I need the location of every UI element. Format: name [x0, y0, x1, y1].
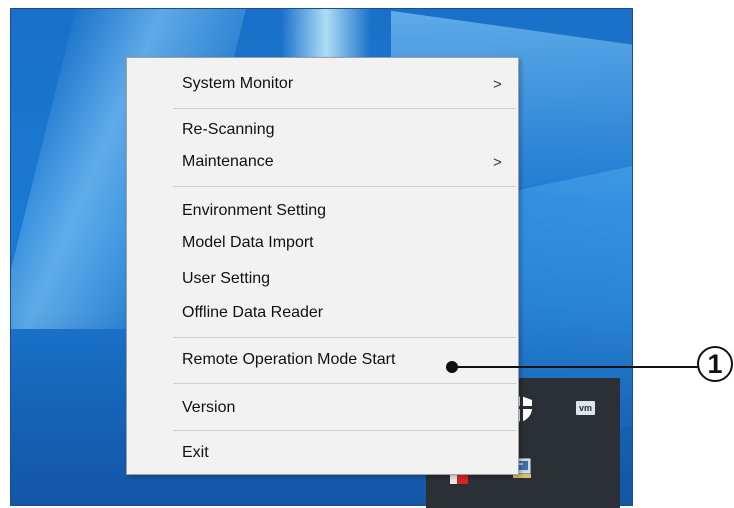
menu-item-exit[interactable]: Exit [127, 438, 518, 468]
chevron-right-icon: > [493, 75, 502, 93]
menu-separator [173, 186, 516, 187]
callout-dot [446, 361, 458, 373]
menu-item-environment-setting[interactable]: Environment Setting [127, 196, 518, 226]
menu-item-offline-data-reader[interactable]: Offline Data Reader [127, 298, 518, 328]
menu-item-re-scanning[interactable]: Re-Scanning [127, 115, 518, 145]
menu-item-label: Exit [182, 444, 209, 461]
menu-item-maintenance[interactable]: Maintenance > [127, 147, 518, 177]
menu-item-remote-operation-mode-start[interactable]: Remote Operation Mode Start [127, 345, 518, 375]
chevron-right-icon: > [493, 153, 502, 171]
menu-item-model-data-import[interactable]: Model Data Import [127, 228, 518, 258]
menu-item-label: Re-Scanning [182, 121, 275, 138]
callout-number-badge: 1 [697, 346, 733, 382]
menu-item-label: Maintenance [182, 153, 274, 170]
menu-separator [173, 337, 516, 338]
menu-separator [173, 430, 516, 431]
menu-item-user-setting[interactable]: User Setting [127, 264, 518, 294]
menu-separator [173, 383, 516, 384]
menu-item-label: Remote Operation Mode Start [182, 351, 396, 368]
callout-leader-line [452, 366, 698, 368]
menu-item-label: Environment Setting [182, 202, 327, 219]
context-menu: System Monitor > Re-Scanning Maintenance… [126, 57, 519, 475]
vm-icon[interactable]: vm [576, 401, 595, 415]
menu-item-label: User Setting [182, 270, 271, 287]
menu-item-label: System Monitor [182, 75, 294, 92]
menu-item-version[interactable]: Version [127, 393, 518, 423]
menu-item-label: Version [182, 399, 236, 416]
menu-item-label: Model Data Import [182, 234, 314, 251]
menu-item-system-monitor[interactable]: System Monitor > [127, 69, 518, 99]
menu-item-label: Offline Data Reader [182, 304, 324, 321]
menu-separator [173, 108, 516, 109]
